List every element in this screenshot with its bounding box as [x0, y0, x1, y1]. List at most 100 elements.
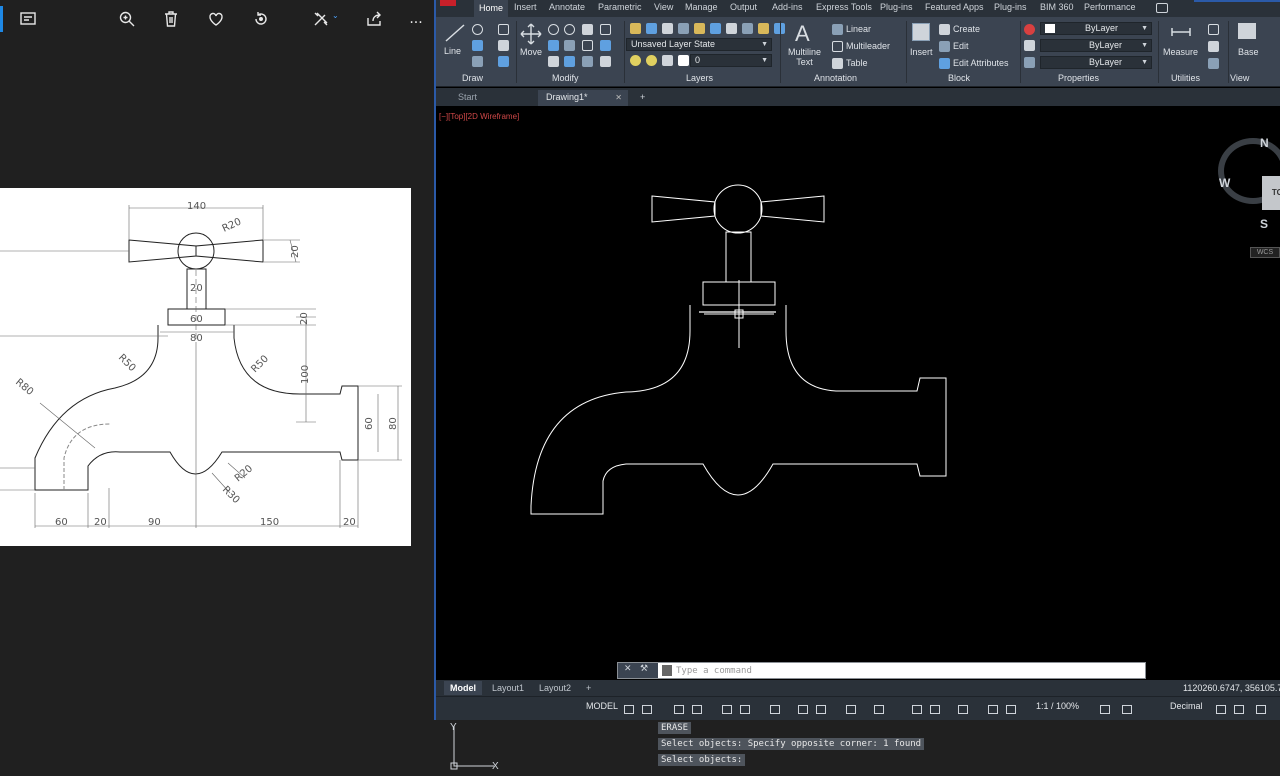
close-icon[interactable]: ✕ — [624, 664, 632, 674]
scale-icon[interactable] — [564, 56, 575, 67]
tab-parametric[interactable]: Parametric — [598, 2, 642, 12]
rotate-icon[interactable] — [250, 8, 272, 30]
trim-icon[interactable] — [564, 24, 575, 35]
linetype-dropdown[interactable]: ByLayer ▼ — [1040, 56, 1152, 69]
layer-match-icon[interactable] — [646, 23, 657, 34]
command-input[interactable] — [676, 664, 1136, 677]
selection-cycling-icon[interactable] — [846, 705, 856, 714]
tab-plug-ins-2[interactable]: Plug-ins — [994, 2, 1027, 12]
layer-unisolate-icon[interactable] — [726, 23, 737, 34]
auto-scale-icon[interactable] — [1006, 705, 1016, 714]
workspace-icon[interactable] — [1100, 705, 1110, 714]
panel-draw-title[interactable]: Draw — [462, 73, 483, 83]
layer-properties-icon[interactable] — [630, 23, 641, 34]
multiline-text-label[interactable]: Multiline Text — [788, 47, 821, 67]
tab-manage[interactable]: Manage — [685, 2, 718, 12]
ortho-icon[interactable] — [674, 705, 684, 714]
offset-icon[interactable] — [600, 40, 611, 51]
base-label[interactable]: Base — [1238, 47, 1259, 57]
tab-output[interactable]: Output — [730, 2, 757, 12]
annotation-visibility-icon[interactable] — [988, 705, 998, 714]
more-icon[interactable]: ... — [405, 8, 427, 30]
mirror-icon[interactable] — [564, 40, 575, 51]
layer-isolate-icon[interactable] — [678, 23, 689, 34]
lock-ui-icon[interactable] — [1234, 705, 1244, 714]
panel-block-title[interactable]: Block — [948, 73, 970, 83]
layer-lock-icon[interactable] — [710, 23, 721, 34]
layer-state-dropdown[interactable]: Unsaved Layer State ▼ — [626, 38, 772, 51]
add-layout-button[interactable]: + — [580, 681, 597, 695]
tab-bim-360[interactable]: BIM 360 — [1040, 2, 1074, 12]
line-icon[interactable] — [444, 23, 466, 43]
circle-icon[interactable] — [472, 40, 483, 51]
share-icon[interactable] — [363, 8, 385, 30]
3d-osnap-icon[interactable] — [874, 705, 884, 714]
lock-icon[interactable] — [662, 55, 673, 66]
grid-icon[interactable] — [624, 705, 634, 714]
lineweight-icon[interactable] — [1024, 40, 1035, 51]
layer-walk-icon[interactable] — [742, 23, 753, 34]
linear-dimension-icon[interactable] — [832, 24, 843, 35]
layer-off-icon[interactable] — [662, 23, 673, 34]
tab-annotate[interactable]: Annotate — [549, 2, 585, 12]
polyline-icon[interactable] — [472, 24, 483, 35]
panel-utilities-title[interactable]: Utilities — [1171, 73, 1200, 83]
explode-icon[interactable] — [600, 24, 611, 35]
sun-icon[interactable] — [646, 55, 657, 66]
current-layer-dropdown[interactable]: 0 ▼ — [690, 54, 772, 67]
edit-attributes-label[interactable]: Edit Attributes — [953, 58, 1009, 68]
new-tab-button[interactable]: + — [632, 90, 645, 106]
transparency-icon[interactable] — [816, 705, 826, 714]
hatch-icon[interactable] — [498, 40, 509, 51]
linear-label[interactable]: Linear — [846, 24, 871, 34]
layer-merge-icon[interactable] — [758, 23, 769, 34]
tab-layout1[interactable]: Layout1 — [486, 681, 530, 695]
drawing-viewport[interactable]: [−][Top][2D Wireframe] N W S TOP W — [436, 106, 1280, 772]
tab-insert[interactable]: Insert — [514, 2, 537, 12]
utility-icon[interactable] — [1208, 41, 1219, 52]
panel-annotation-title[interactable]: Annotation — [814, 73, 857, 83]
tab-view[interactable]: View — [654, 2, 673, 12]
break-icon[interactable] — [600, 56, 611, 67]
selection-filter-icon[interactable] — [930, 705, 940, 714]
edit-block-icon[interactable] — [939, 41, 950, 52]
match-properties-icon[interactable] — [1024, 24, 1035, 35]
quick-properties-icon[interactable] — [1216, 705, 1226, 714]
layer-color-swatch[interactable] — [678, 55, 689, 66]
customization-icon[interactable] — [1256, 705, 1266, 714]
edit-label[interactable]: Edit — [953, 41, 969, 51]
move-tool-label[interactable]: Move — [520, 47, 542, 57]
annotation-scale-dropdown[interactable]: 1:1 / 100% — [1036, 701, 1079, 711]
close-tab-icon[interactable]: ✕ — [615, 90, 622, 105]
annotation-monitor-icon[interactable] — [1122, 705, 1132, 714]
linetype-icon[interactable] — [1024, 57, 1035, 68]
create-block-icon[interactable] — [939, 24, 950, 35]
favorite-icon[interactable] — [205, 8, 227, 30]
erase-icon[interactable] — [582, 24, 593, 35]
table-icon[interactable] — [832, 58, 843, 69]
panel-layers-title[interactable]: Layers — [686, 73, 713, 83]
zoom-icon[interactable] — [116, 8, 138, 30]
delete-icon[interactable] — [160, 8, 182, 30]
measure-icon[interactable] — [1170, 23, 1192, 41]
arc-icon[interactable] — [472, 56, 483, 67]
wcs-menu[interactable]: WCS — [1250, 247, 1280, 258]
multileader-label[interactable]: Multileader — [846, 41, 890, 51]
ribbon-toggle-icon[interactable] — [1156, 3, 1168, 13]
gizmo-icon[interactable] — [958, 705, 968, 714]
stretch-icon[interactable] — [548, 56, 559, 67]
tab-featured-apps[interactable]: Featured Apps — [925, 2, 984, 12]
create-label[interactable]: Create — [953, 24, 980, 34]
wrench-icon[interactable]: ⚒ — [640, 664, 648, 674]
lightbulb-icon[interactable] — [630, 55, 641, 66]
app-logo[interactable] — [440, 0, 456, 6]
utility-icon[interactable] — [1208, 24, 1219, 35]
snap-icon[interactable] — [642, 705, 652, 714]
multileader-icon[interactable] — [832, 41, 843, 52]
viewcube[interactable]: N W S TOP — [1218, 136, 1280, 236]
tab-express-tools[interactable]: Express Tools — [816, 2, 872, 12]
fillet-icon[interactable] — [582, 40, 593, 51]
table-label[interactable]: Table — [846, 58, 868, 68]
tab-performance[interactable]: Performance — [1084, 2, 1136, 12]
panel-view-title[interactable]: View — [1230, 73, 1249, 83]
